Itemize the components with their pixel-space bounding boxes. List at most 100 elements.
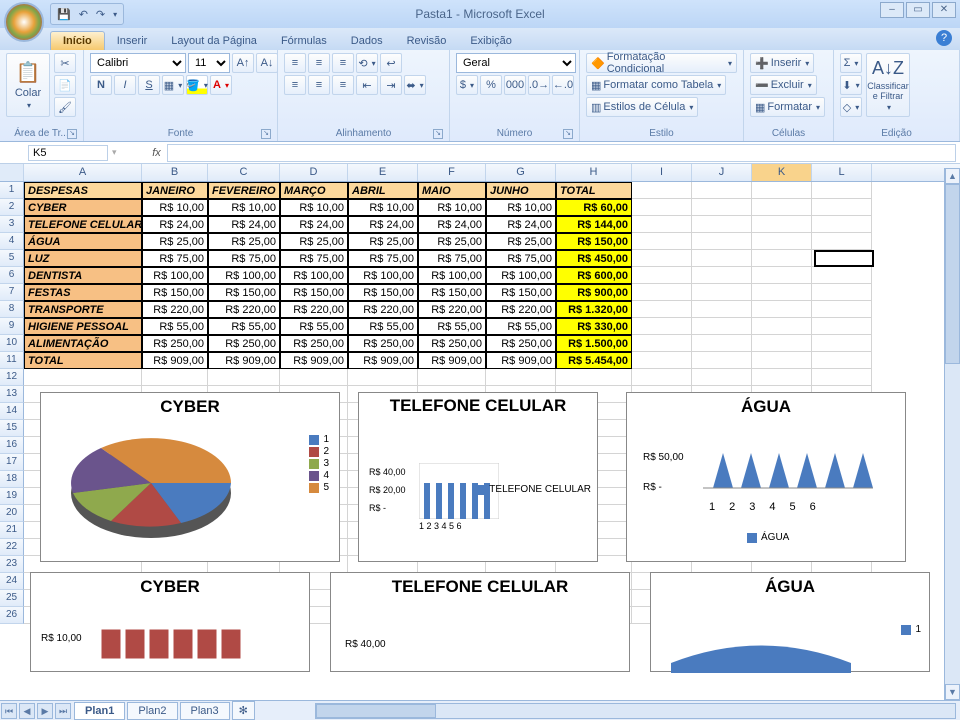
align-launcher[interactable]: ↘ [433,129,443,139]
col-head[interactable]: G [486,164,556,181]
name-box[interactable]: K5 [28,145,108,161]
tab-inserir[interactable]: Inserir [105,32,160,50]
scroll-thumb[interactable] [945,184,960,364]
comma-icon[interactable]: 000 [504,75,526,95]
cond-format-button[interactable]: 🔶 Formatação Condicional [586,53,737,73]
scroll-down-icon[interactable]: ▼ [945,684,960,700]
number-format-select[interactable]: Geral [456,53,576,73]
clear-icon[interactable]: ◇ [840,97,862,117]
fx-icon[interactable]: fx [147,147,167,159]
col-head[interactable]: K [752,164,812,181]
format-painter-icon[interactable]: 🖌 [54,97,76,117]
scroll-up-icon[interactable]: ▲ [945,168,960,184]
col-head[interactable]: D [280,164,348,181]
undo-icon[interactable]: ↶ [79,8,88,21]
align-left-icon[interactable]: ≡ [284,75,306,95]
clipboard-launcher[interactable]: ↘ [67,129,77,139]
font-color-button[interactable]: A [210,75,232,95]
scroll-thumb[interactable] [316,704,436,718]
indent-inc-icon[interactable]: ⇥ [380,75,402,95]
dec-decimal-icon[interactable]: ←.0 [552,75,574,95]
col-head[interactable]: A [24,164,142,181]
number-launcher[interactable]: ↘ [563,129,573,139]
orientation-icon[interactable]: ⟲ [356,53,378,73]
cell-styles-button[interactable]: ▥ Estilos de Célula [586,97,698,117]
bold-button[interactable]: N [90,75,112,95]
wrap-text-icon[interactable]: ↩ [380,53,402,73]
font-name-select[interactable]: Calibri [90,53,186,73]
formula-input[interactable] [167,144,956,162]
sort-filter-button[interactable]: A↓ZClassificar e Filtrar [866,53,910,117]
font-launcher[interactable]: ↘ [261,129,271,139]
chart-telefone-2[interactable]: TELEFONE CELULAR R$ 40,00 [330,572,630,672]
align-bottom-icon[interactable]: ≡ [332,53,354,73]
delete-cells-button[interactable]: ➖ Excluir [750,75,817,95]
maximize-button[interactable]: ▭ [906,2,930,18]
qat-dropdown-icon[interactable]: ▾ [113,10,117,19]
col-head[interactable]: E [348,164,418,181]
format-table-button[interactable]: ▦ Formatar como Tabela [586,75,726,95]
shrink-font-icon[interactable]: A↓ [256,53,278,73]
align-right-icon[interactable]: ≡ [332,75,354,95]
insert-cells-button[interactable]: ➕ Inserir [750,53,814,73]
align-middle-icon[interactable]: ≡ [308,53,330,73]
col-head[interactable]: B [142,164,208,181]
tab-nav-next[interactable]: ▶ [37,703,53,719]
sheet-tab-plan3[interactable]: Plan3 [180,702,230,720]
col-head[interactable]: I [632,164,692,181]
new-sheet-button[interactable]: ✻ [232,701,255,720]
chart-telefone[interactable]: TELEFONE CELULAR R$ 40,00 R$ 20,00 R$ - … [358,392,598,562]
select-all-corner[interactable] [0,164,24,181]
copy-icon[interactable]: 📄 [54,75,76,95]
paste-button[interactable]: 📋Colar [6,53,50,117]
tab-nav-last[interactable]: ⏭ [55,703,71,719]
minimize-button[interactable]: – [880,2,904,18]
cut-icon[interactable]: ✂ [54,53,76,73]
tab-exibicao[interactable]: Exibição [458,32,524,50]
grow-font-icon[interactable]: A↑ [232,53,254,73]
italic-button[interactable]: I [114,75,136,95]
percent-icon[interactable]: % [480,75,502,95]
chart-agua[interactable]: ÁGUA R$ 50,00 R$ - 123456 ÁGUA [626,392,906,562]
tab-formulas[interactable]: Fórmulas [269,32,339,50]
col-head[interactable]: J [692,164,752,181]
tab-nav-prev[interactable]: ◀ [19,703,35,719]
sheet-tab-plan1[interactable]: Plan1 [74,702,125,720]
autosum-icon[interactable]: Σ [840,53,862,73]
chart-cyber-pie[interactable]: CYBER 1 2 3 4 5 [40,392,340,562]
active-cell[interactable] [814,250,874,267]
underline-button[interactable]: S [138,75,160,95]
spreadsheet-grid[interactable]: A B C D E F G H I J K L 1DESPESASJANEIRO… [0,164,960,682]
sheet-tab-plan2[interactable]: Plan2 [127,702,177,720]
close-button[interactable]: ✕ [932,2,956,18]
tab-inicio[interactable]: Início [50,31,105,50]
scrollbar-horizontal[interactable] [315,703,956,719]
align-top-icon[interactable]: ≡ [284,53,306,73]
save-icon[interactable]: 💾 [57,8,71,21]
col-head[interactable]: C [208,164,280,181]
fill-color-button[interactable]: 🪣 [186,75,208,95]
redo-icon[interactable]: ↷ [96,8,105,21]
tab-layout[interactable]: Layout da Página [159,32,269,50]
chart-agua-2[interactable]: ÁGUA 1 [650,572,930,672]
help-icon[interactable]: ? [936,30,952,46]
fill-icon[interactable]: ⬇ [840,75,862,95]
quick-access-toolbar: 💾 ↶ ↷ ▾ [50,3,124,25]
tab-revisao[interactable]: Revisão [395,32,459,50]
align-center-icon[interactable]: ≡ [308,75,330,95]
indent-dec-icon[interactable]: ⇤ [356,75,378,95]
chart-cyber-bar[interactable]: CYBER R$ 10,00 [30,572,310,672]
merge-icon[interactable]: ⬌ [404,75,426,95]
tab-nav-first[interactable]: ⏮ [1,703,17,719]
border-button[interactable]: ▦ [162,75,184,95]
currency-icon[interactable]: $ [456,75,478,95]
col-head[interactable]: F [418,164,486,181]
scrollbar-vertical[interactable]: ▲ ▼ [944,168,960,700]
col-head[interactable]: H [556,164,632,181]
col-head[interactable]: L [812,164,872,181]
font-size-select[interactable]: 11 [188,53,230,73]
inc-decimal-icon[interactable]: .0→ [528,75,550,95]
format-cells-button[interactable]: ▦ Formatar [750,97,825,117]
office-button[interactable] [4,2,44,42]
tab-dados[interactable]: Dados [339,32,395,50]
